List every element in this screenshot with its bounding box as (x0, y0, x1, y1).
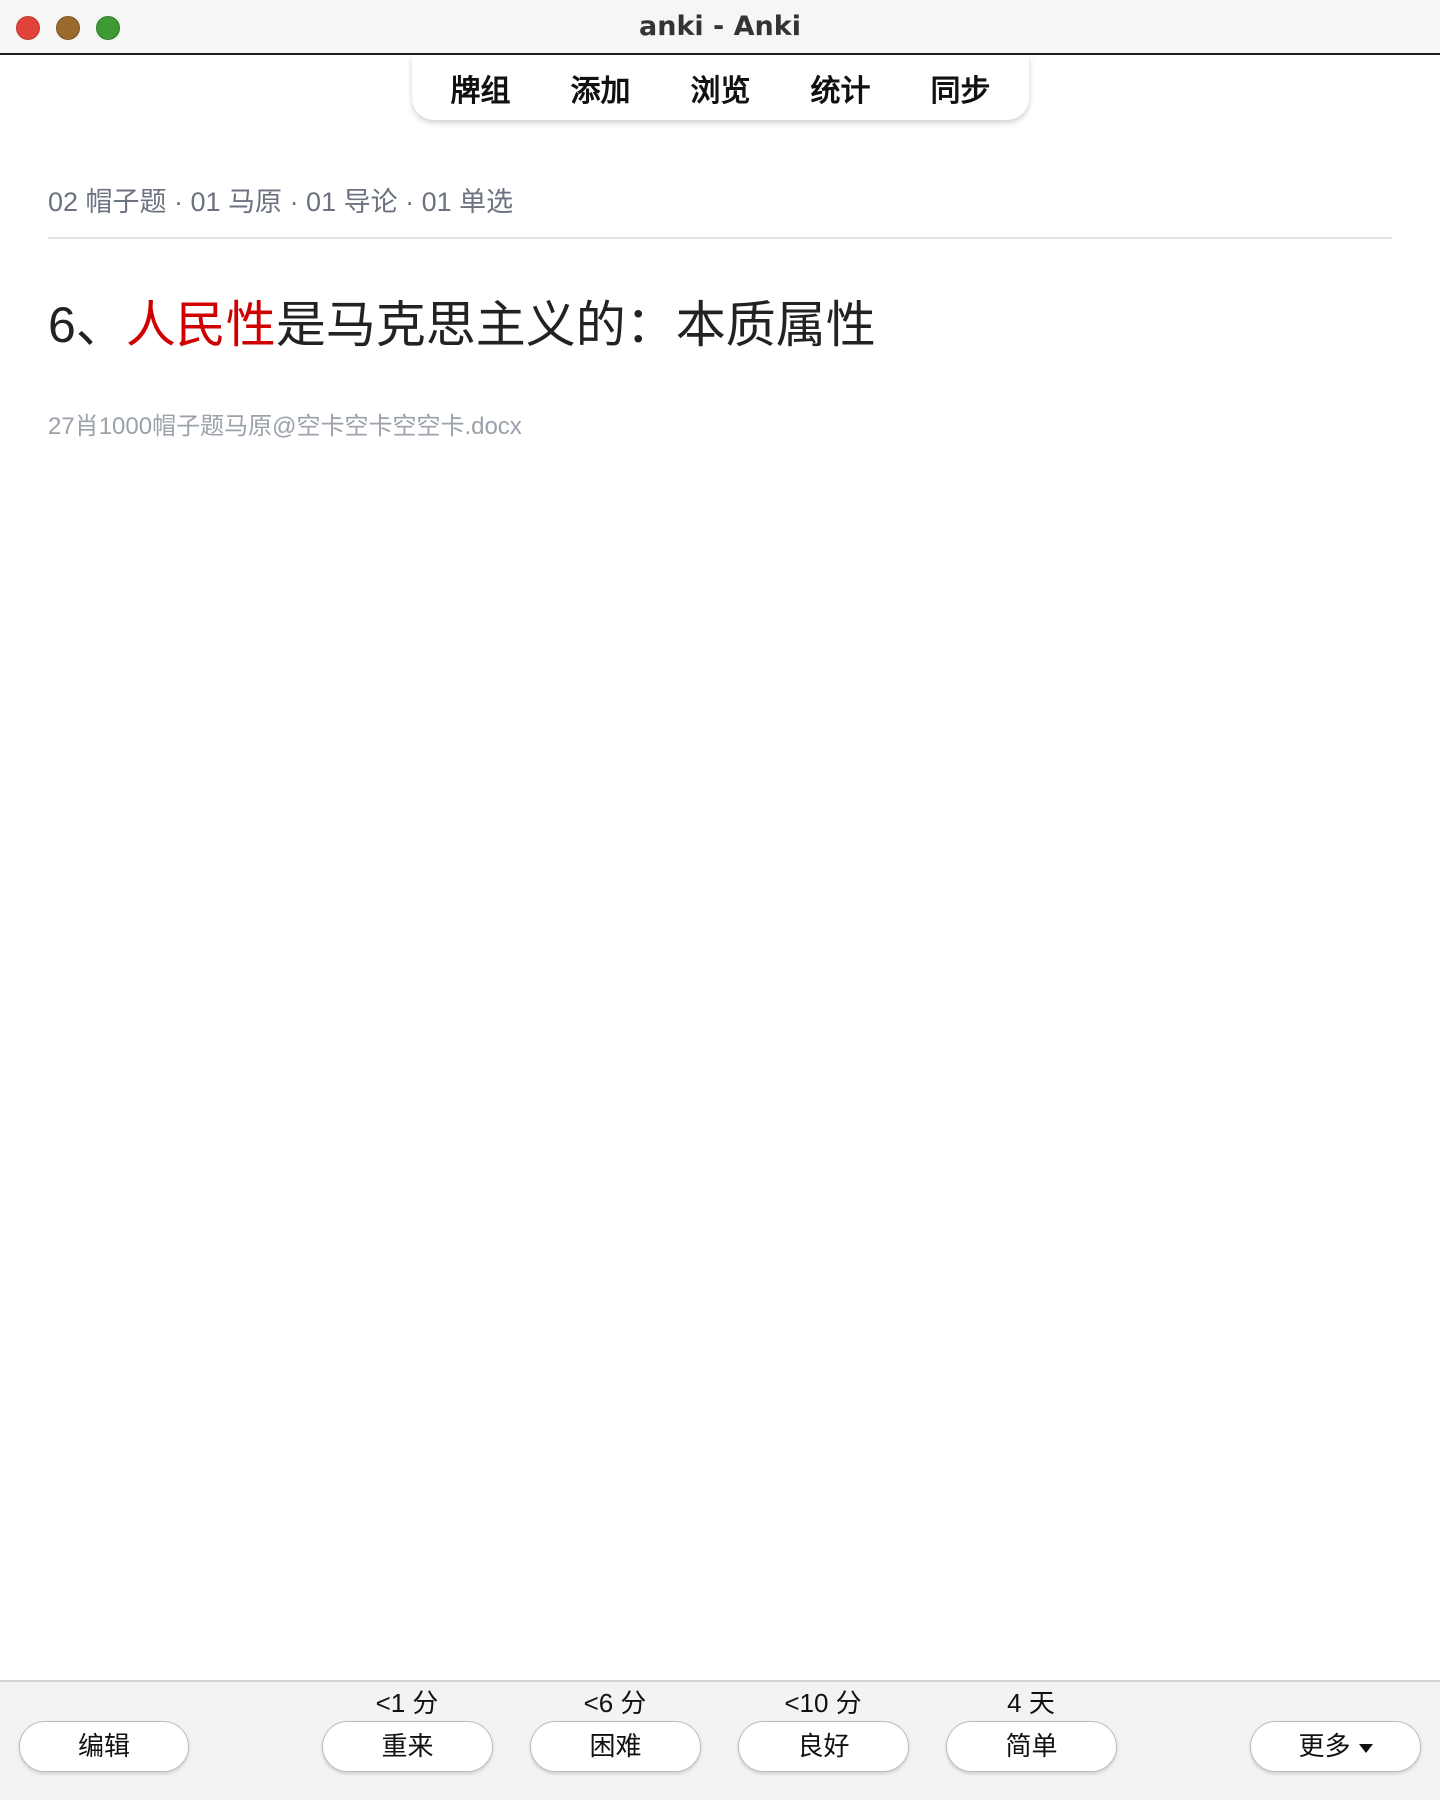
card-source: 27肖1000帽子题马原@空卡空卡空空卡.docx (48, 413, 522, 440)
edit-button[interactable]: 编辑 (19, 1721, 189, 1772)
good-interval: <10 分 (784, 1688, 862, 1718)
hard-interval: <6 分 (583, 1688, 647, 1718)
window-title: anki - Anki (639, 11, 801, 42)
more-button[interactable]: 更多 (1250, 1721, 1421, 1772)
good-button[interactable]: 良好 (738, 1721, 909, 1772)
hard-button[interactable]: 困难 (530, 1721, 701, 1772)
toolbar-sync[interactable]: 同步 (901, 66, 1021, 110)
answer-bar (0, 1680, 1440, 1800)
easy-button[interactable]: 简单 (946, 1721, 1117, 1772)
toolbar-decks[interactable]: 牌组 (421, 66, 541, 110)
breadcrumb-divider (48, 237, 1392, 239)
main-toolbar: 牌组 添加 浏览 统计 同步 (412, 55, 1029, 120)
question-number: 6、 (48, 297, 126, 353)
again-interval: <1 分 (375, 1688, 439, 1718)
deck-breadcrumb: 02 帽子题 · 01 马原 · 01 导论 · 01 单选 (48, 187, 514, 217)
dropdown-caret-icon (1358, 1743, 1373, 1753)
toolbar-add[interactable]: 添加 (541, 66, 661, 110)
card-question: 6、人民性是马克思主义的：本质属性 (48, 285, 876, 357)
question-text: 是马克思主义的：本质属性 (275, 297, 876, 353)
title-bar: anki - Anki (0, 0, 1440, 55)
question-highlight: 人民性 (125, 297, 276, 353)
toolbar-browse[interactable]: 浏览 (661, 66, 781, 110)
again-button[interactable]: 重来 (322, 1721, 493, 1772)
more-label: 更多 (1298, 1731, 1351, 1761)
easy-interval: 4 天 (1007, 1688, 1055, 1718)
toolbar-stats[interactable]: 统计 (781, 66, 901, 110)
